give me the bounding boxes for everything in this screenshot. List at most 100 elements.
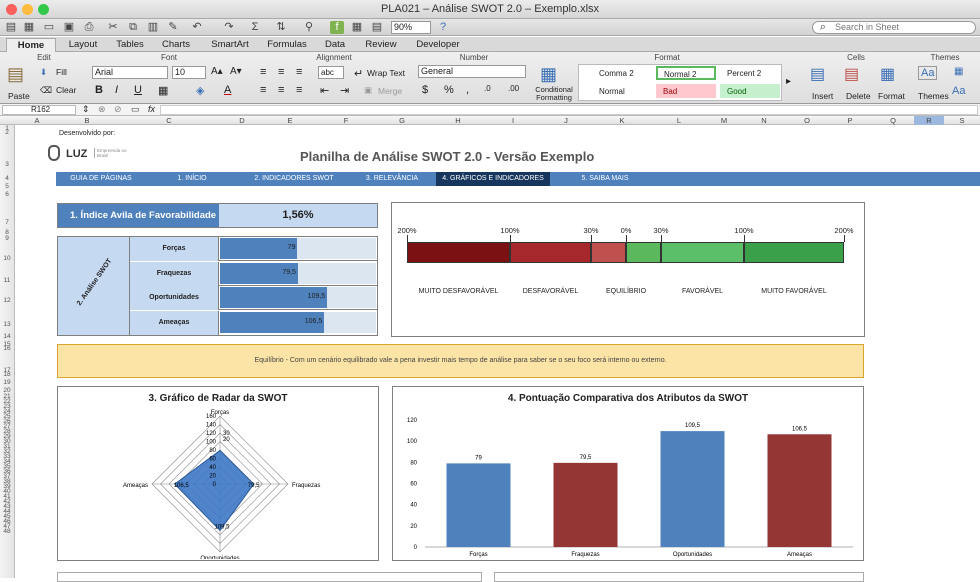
wrap-text-button[interactable]: Wrap Text xyxy=(367,68,405,78)
tab-smartart[interactable]: SmartArt xyxy=(202,38,258,52)
font-color-icon[interactable]: A xyxy=(224,84,231,96)
percent-icon[interactable]: % xyxy=(444,84,454,96)
font-name-select[interactable]: Arial xyxy=(92,66,168,79)
fill-button[interactable]: Fill xyxy=(56,67,67,77)
format-button[interactable]: Format xyxy=(878,91,905,101)
row-header-7[interactable]: 7 xyxy=(0,219,14,226)
row-header-48[interactable]: 48 xyxy=(0,528,14,535)
column-header-r[interactable]: R xyxy=(914,116,944,125)
tab-review[interactable]: Review xyxy=(360,38,402,52)
tab-developer[interactable]: Developer xyxy=(410,38,466,52)
name-box-stepper-icon[interactable]: ⇕ xyxy=(82,104,90,115)
text-orientation-button[interactable]: abc xyxy=(318,66,344,79)
row-header-4[interactable]: 4 xyxy=(0,175,14,182)
column-header-a[interactable]: A xyxy=(16,116,58,125)
clear-button[interactable]: Clear xyxy=(56,85,76,95)
toolbox-icon[interactable]: ▤ xyxy=(370,21,384,34)
align-bottom-icon[interactable]: ≡ xyxy=(296,66,302,78)
nav-indicadores-swot[interactable]: 2. INDICADORES SWOT xyxy=(238,172,350,186)
conditional-formatting-icon[interactable]: ▦ xyxy=(540,64,557,85)
column-header-d[interactable]: D xyxy=(222,116,262,125)
row-header-18[interactable]: 18 xyxy=(0,371,14,378)
column-header-j[interactable]: J xyxy=(540,116,592,125)
row-header-13[interactable]: 13 xyxy=(0,321,14,328)
cancel-entry-icon[interactable]: ⊗ xyxy=(98,104,106,115)
grow-font-icon[interactable]: A▴ xyxy=(211,66,223,77)
print-icon[interactable]: ⎙ xyxy=(82,21,96,34)
tab-formulas[interactable]: Formulas xyxy=(262,38,312,52)
decrease-decimal-icon[interactable]: .00 xyxy=(508,84,519,93)
wrap-text-icon[interactable]: ↵ xyxy=(354,67,363,80)
column-header-p[interactable]: P xyxy=(828,116,872,125)
increase-indent-icon[interactable]: ⇥ xyxy=(340,84,349,97)
nav-graficos-e-indicadores[interactable]: 4. GRÁFICOS E INDICADORES xyxy=(436,172,550,186)
style-normal[interactable]: Normal xyxy=(592,84,652,98)
redo-icon[interactable]: ↷ xyxy=(222,21,236,34)
conditional-formatting-button[interactable]: Conditional Formatting xyxy=(532,86,576,102)
column-header-i[interactable]: I xyxy=(486,116,540,125)
insert-cells-icon[interactable]: ▤ xyxy=(810,64,825,84)
new-icon[interactable]: ▤ xyxy=(4,21,18,34)
nav-saiba-mais[interactable]: 5. SAIBA MAIS xyxy=(550,172,660,186)
column-header-m[interactable]: M xyxy=(706,116,742,125)
format-cells-icon[interactable]: ▦ xyxy=(880,64,895,84)
shrink-font-icon[interactable]: A▾ xyxy=(230,66,242,77)
themes-preview-icon[interactable]: Aa xyxy=(918,66,938,80)
number-format-select[interactable]: General xyxy=(418,65,526,78)
column-header-q[interactable]: Q xyxy=(872,116,914,125)
tab-data[interactable]: Data xyxy=(318,38,352,52)
autosum-icon[interactable]: Σ xyxy=(248,21,262,34)
cut-icon[interactable]: ✂ xyxy=(106,21,120,34)
tab-layout[interactable]: Layout xyxy=(60,38,106,52)
template-icon[interactable]: ▦ xyxy=(22,21,36,34)
italic-icon[interactable]: I xyxy=(115,84,118,96)
themes-button[interactable]: Themes xyxy=(918,91,949,101)
row-header-3[interactable]: 3 xyxy=(0,161,14,168)
decrease-indent-icon[interactable]: ⇤ xyxy=(320,84,329,97)
style-comma-2[interactable]: Comma 2 xyxy=(592,66,652,80)
column-header-n[interactable]: N xyxy=(742,116,786,125)
search-input[interactable]: Search in Sheet xyxy=(812,21,976,34)
tab-charts[interactable]: Charts xyxy=(156,38,196,52)
save-icon[interactable]: ▣ xyxy=(62,21,76,34)
row-header-19[interactable]: 19 xyxy=(0,379,14,386)
column-header-s[interactable]: S xyxy=(944,116,980,125)
align-left-icon[interactable]: ≡ xyxy=(260,84,266,96)
undo-icon[interactable]: ↶ xyxy=(190,21,204,34)
gallery-icon[interactable]: ▦ xyxy=(350,21,364,34)
formula-input[interactable] xyxy=(160,105,978,115)
tab-home[interactable]: Home xyxy=(6,38,56,52)
eraser-icon[interactable]: ⌫ xyxy=(40,85,52,96)
column-header-b[interactable]: B xyxy=(58,116,116,125)
merge-button[interactable]: Merge xyxy=(378,86,402,96)
row-header-10[interactable]: 10 xyxy=(0,255,14,262)
insert-function-icon[interactable]: fx xyxy=(148,104,155,114)
help-icon[interactable]: ? xyxy=(436,21,450,34)
zoom-select[interactable]: 90% xyxy=(391,21,431,34)
paste-icon[interactable]: ▥ xyxy=(146,21,160,34)
row-header-9[interactable]: 9 xyxy=(0,235,14,242)
column-header-h[interactable]: H xyxy=(430,116,486,125)
borders-icon[interactable]: ▦ xyxy=(158,84,168,97)
formula-box-icon[interactable]: ▭ xyxy=(131,104,140,115)
format-painter-icon[interactable]: ✎ xyxy=(166,21,180,34)
column-header-g[interactable]: G xyxy=(374,116,430,125)
column-header-f[interactable]: F xyxy=(318,116,374,125)
row-header-12[interactable]: 12 xyxy=(0,297,14,304)
align-center-icon[interactable]: ≡ xyxy=(278,84,284,96)
sort-icon[interactable]: ⇅ xyxy=(274,21,288,34)
underline-icon[interactable]: U xyxy=(134,84,142,96)
fill-icon[interactable]: ⬇ xyxy=(40,67,47,78)
filter-icon[interactable]: ⚲ xyxy=(302,21,316,34)
row-header-11[interactable]: 11 xyxy=(0,277,14,284)
currency-icon[interactable]: $ xyxy=(422,84,428,96)
column-header-l[interactable]: L xyxy=(652,116,706,125)
paste-button[interactable]: Paste xyxy=(8,91,30,101)
worksheet[interactable]: Desenvolvido por: LUZ Empreenda no Brasi… xyxy=(16,125,980,582)
nav-inicio[interactable]: 1. INÍCIO xyxy=(146,172,238,186)
align-right-icon[interactable]: ≡ xyxy=(296,84,302,96)
paste-clipboard-icon[interactable]: ▤ xyxy=(7,64,24,85)
row-header-2[interactable]: 2 xyxy=(0,129,14,136)
column-header-o[interactable]: O xyxy=(786,116,828,125)
name-box[interactable]: R162 xyxy=(2,105,76,115)
